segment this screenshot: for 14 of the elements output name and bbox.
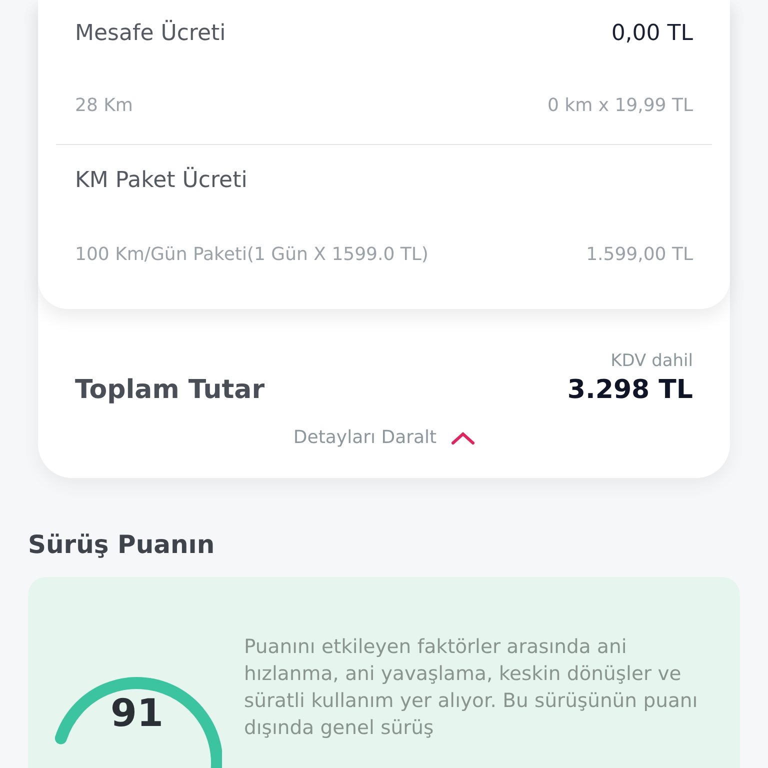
fee-detail: 28 Km <box>75 94 133 116</box>
total-amount: 3.298 TL <box>567 375 693 405</box>
fee-title: KM Paket Ücreti <box>75 168 248 192</box>
fee-detail-amount: 1.599,00 TL <box>586 244 693 264</box>
score-description: Puanını etkileyen faktörler arasında ani hızlanma, ani yavaşlama, keskin dönüşler ve süratli kullanım yer alıyor. Bu sürüşünün puanı dışında genel sürüş <box>244 634 699 741</box>
collapse-details-link[interactable]: Detayları Daralt <box>289 423 479 452</box>
section-heading: Sürüş Puanın <box>28 530 216 559</box>
fee-amount: 0,00 TL <box>611 20 693 46</box>
fee-detail: 100 Km/Gün Paketi(1 Gün X 1599.0 TL) <box>75 244 428 264</box>
score-value: 91 <box>110 691 164 735</box>
fee-detail-amount: 0 km x 19,99 TL <box>547 94 693 116</box>
total-label: Toplam Tutar <box>75 375 265 405</box>
fee-title: Mesafe Ücreti <box>75 20 226 46</box>
tax-note: KDV dahil <box>610 351 693 371</box>
